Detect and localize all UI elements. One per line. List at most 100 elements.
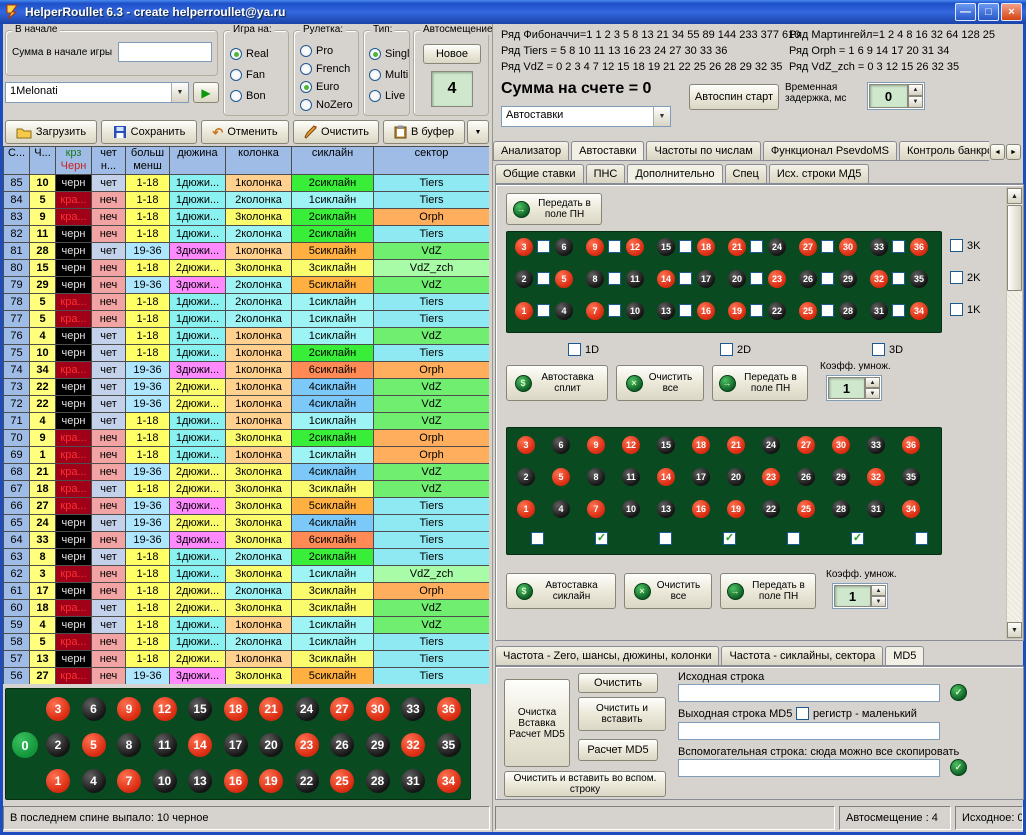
radio-option-Fan[interactable]: Fan <box>230 64 269 85</box>
split-number-14[interactable]: 14 <box>657 270 675 288</box>
sixline-number-29[interactable]: 29 <box>832 468 850 486</box>
scroll-up-button[interactable]: ▲ <box>1007 188 1022 204</box>
spin-row[interactable]: 714чернчет1-181дюжи...1колонка1сиклайнVd… <box>4 413 490 430</box>
column-header-сектор[interactable]: сектор <box>374 147 490 175</box>
spins-table[interactable]: С... Ч... крзЧернчетн...большменшдюжина … <box>3 146 489 684</box>
sixline-checkbox-5[interactable] <box>787 532 800 545</box>
minimize-button[interactable]: — <box>955 3 976 21</box>
tab-MD5[interactable]: MD5 <box>885 646 924 666</box>
play-button[interactable]: ▶ <box>193 82 219 103</box>
tab-Частота - сиклайны, сектора[interactable]: Частота - сиклайны, сектора <box>721 646 883 665</box>
board-number-17[interactable]: 17 <box>224 733 248 757</box>
sixline-number-22[interactable]: 22 <box>762 500 780 518</box>
spin-row[interactable]: 691кра...неч1-181дюжи...1колонка1сиклайн… <box>4 447 490 464</box>
radio-option-Singl[interactable]: Singl <box>369 43 409 64</box>
column-header-крз[interactable]: крзЧерн <box>56 147 92 175</box>
delay-down-icon[interactable]: ▼ <box>908 96 923 108</box>
radio-icon-Euro[interactable] <box>300 81 312 93</box>
copy-source-button[interactable]: ✓ <box>950 684 967 701</box>
board-number-24[interactable]: 24 <box>295 697 319 721</box>
radio-option-French[interactable]: French <box>300 60 353 78</box>
board-number-22[interactable]: 22 <box>295 769 319 793</box>
toolbar-dropdown-button[interactable]: ▼ <box>467 120 489 144</box>
sixline-checkbox-3[interactable] <box>659 532 672 545</box>
sixline-number-25[interactable]: 25 <box>797 500 815 518</box>
split-number-7[interactable]: 7 <box>586 302 604 320</box>
radio-option-Real[interactable]: Real <box>230 43 269 64</box>
sixline-number-19[interactable]: 19 <box>727 500 745 518</box>
sixline-number-11[interactable]: 11 <box>622 468 640 486</box>
tab-Дополнительно[interactable]: Дополнительно <box>627 164 722 184</box>
split-number-19[interactable]: 19 <box>728 302 746 320</box>
sixline-number-35[interactable]: 35 <box>902 468 920 486</box>
radio-option-Multi[interactable]: Multi <box>369 64 409 85</box>
sixline-number-23[interactable]: 23 <box>762 468 780 486</box>
autobet-split-button[interactable]: $ Автоставка сплит <box>506 365 608 401</box>
sixline-number-12[interactable]: 12 <box>622 436 640 454</box>
column-header-Ч...[interactable]: Ч... <box>30 147 56 175</box>
split-number-35[interactable]: 35 <box>910 270 928 288</box>
radio-icon-Bon[interactable] <box>230 90 242 102</box>
checkbox-2K[interactable] <box>950 271 963 284</box>
split-checkbox-13-16[interactable] <box>679 304 692 317</box>
split-number-29[interactable]: 29 <box>839 270 857 288</box>
sixline-checkbox-4[interactable]: ✓ <box>723 532 736 545</box>
checkbox-1K[interactable] <box>950 303 963 316</box>
board-number-25[interactable]: 25 <box>330 769 354 793</box>
scroll-thumb[interactable] <box>1007 205 1022 291</box>
tab-Автоставки[interactable]: Автоставки <box>571 141 644 161</box>
spin-row[interactable]: 5627кра...неч19-363дюжи...3колонка5сикла… <box>4 668 490 685</box>
radio-icon-Pro[interactable] <box>300 45 312 57</box>
board-number-21[interactable]: 21 <box>259 697 283 721</box>
split-number-23[interactable]: 23 <box>768 270 786 288</box>
column-header-чет[interactable]: четн... <box>92 147 126 175</box>
tab-Спец[interactable]: Спец <box>725 164 767 183</box>
column-header-сиклайн[interactable]: сиклайн <box>292 147 374 175</box>
split-number-16[interactable]: 16 <box>697 302 715 320</box>
spin-row[interactable]: 7322чернчет19-362дюжи...1колонка4сиклайн… <box>4 379 490 396</box>
board-number-20[interactable]: 20 <box>259 733 283 757</box>
split-number-5[interactable]: 5 <box>555 270 573 288</box>
split-checkbox-8-11[interactable] <box>608 272 621 285</box>
split-checkbox-9-12[interactable] <box>608 240 621 253</box>
sixline-number-6[interactable]: 6 <box>552 436 570 454</box>
radio-option-NoZero[interactable]: NoZero <box>300 96 353 114</box>
board-number-2[interactable]: 2 <box>46 733 70 757</box>
autobet-sixline-button[interactable]: $ Автоставка сиклайн <box>506 573 616 609</box>
coef-spinner-split[interactable]: 1 ▲ ▼ <box>826 375 882 401</box>
board-number-18[interactable]: 18 <box>224 697 248 721</box>
board-number-13[interactable]: 13 <box>188 769 212 793</box>
split-checkbox-14-17[interactable] <box>679 272 692 285</box>
table-header-row[interactable]: С... Ч... крзЧернчетн...большменшдюжина … <box>4 147 490 175</box>
spin-row[interactable]: 839кра...неч1-181дюжи...3колонка2сиклайн… <box>4 209 490 226</box>
split-checkbox-15-18[interactable] <box>679 240 692 253</box>
coef-down-icon[interactable]: ▼ <box>865 388 880 399</box>
md5-clear-button[interactable]: Очистить <box>578 673 658 693</box>
save-button[interactable]: Сохранить <box>101 120 197 144</box>
split-number-6[interactable]: 6 <box>555 238 573 256</box>
split-checkbox-31-34[interactable] <box>892 304 905 317</box>
combo-arrow-icon[interactable]: ▼ <box>653 107 670 126</box>
radio-option-Live[interactable]: Live <box>369 85 409 106</box>
board-number-35[interactable]: 35 <box>437 733 461 757</box>
clear-button[interactable]: Очистить <box>293 120 379 144</box>
sixline-number-14[interactable]: 14 <box>657 468 675 486</box>
spin-row[interactable]: 7510чернчет1-181дюжи...1колонка2сиклайнT… <box>4 345 490 362</box>
split-number-22[interactable]: 22 <box>768 302 786 320</box>
split-checkbox-27-30[interactable] <box>821 240 834 253</box>
spin-row[interactable]: 775кра...неч1-181дюжи...2колонка1сиклайн… <box>4 311 490 328</box>
tabs-scroll-left-button[interactable]: ◄ <box>990 144 1005 160</box>
sixline-number-26[interactable]: 26 <box>797 468 815 486</box>
transfer-pn-top-button[interactable]: → Передать в поле ПН <box>506 193 602 225</box>
load-button[interactable]: Загрузить <box>5 120 97 144</box>
split-number-24[interactable]: 24 <box>768 238 786 256</box>
radio-option-Pro[interactable]: Pro <box>300 42 353 60</box>
to-buffer-button[interactable]: В буфер <box>383 120 465 144</box>
column-header-колонка[interactable]: колонка <box>226 147 292 175</box>
split-number-12[interactable]: 12 <box>626 238 644 256</box>
tabs-scroll-right-button[interactable]: ► <box>1006 144 1021 160</box>
sixline-checkbox-2[interactable]: ✓ <box>595 532 608 545</box>
split-checkbox-1-4[interactable] <box>537 304 550 317</box>
sixline-number-7[interactable]: 7 <box>587 500 605 518</box>
board-number-8[interactable]: 8 <box>117 733 141 757</box>
